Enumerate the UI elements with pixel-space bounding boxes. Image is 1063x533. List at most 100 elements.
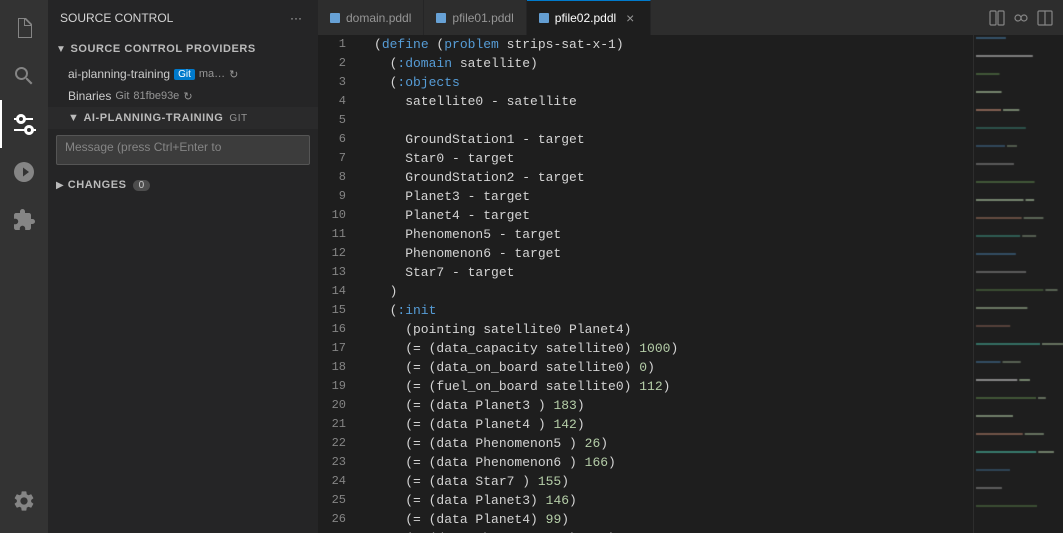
line-number: 17 [318,339,354,358]
extensions-icon[interactable] [0,196,48,244]
code-line: Phenomenon5 - target [374,225,973,244]
code-line: (= (data Planet4 ) 142) [374,415,973,434]
providers-chevron-icon: ▼ [56,44,66,55]
tab-label-pfile01: pfile01.pddl [452,11,513,25]
code-line: (define (problem strips-sat-x-1) [374,35,973,54]
providers-section-label: SOURCE CONTROL PROVIDERS [70,43,255,55]
layout-button[interactable] [1035,8,1055,28]
provider-binaries-git: Git [115,90,129,102]
code-line: (:init [374,301,973,320]
commit-message-input[interactable] [56,135,310,165]
minimap-canvas [974,35,1063,533]
code-line: (= (data Phenomenon6 ) 166) [374,453,973,472]
sidebar-header-actions: ··· [286,8,306,28]
line-number: 11 [318,225,354,244]
code-line [374,111,973,130]
code-editor[interactable]: 1234567891011121314151617181920212223242… [318,35,1063,533]
line-number: 20 [318,396,354,415]
code-line: (= (data Phenomenon5 ) 112) [374,529,973,533]
provider-binaries-sync-icon[interactable]: ↻ [183,90,192,103]
more-actions-button[interactable]: ··· [286,8,306,28]
line-number: 12 [318,244,354,263]
line-number: 4 [318,92,354,111]
code-line: GroundStation1 - target [374,130,973,149]
code-line: (= (data Phenomenon5 ) 26) [374,434,973,453]
repo-section[interactable]: ▼ AI-PLANNING-TRAINING GIT [48,107,318,129]
line-number: 23 [318,453,354,472]
repo-chevron-icon: ▼ [68,112,79,124]
line-number: 13 [318,263,354,282]
line-number: 15 [318,301,354,320]
line-number: 8 [318,168,354,187]
code-line: Planet4 - target [374,206,973,225]
provider-binaries[interactable]: Binaries Git 81fbe93e ↻ [48,85,318,107]
line-numbers: 1234567891011121314151617181920212223242… [318,35,366,533]
provider-extra-label: ma… [199,68,225,80]
line-number: 24 [318,472,354,491]
code-line: (:domain satellite) [374,54,973,73]
tab-file-icon-pfile01 [436,13,446,23]
code-line: (= (data_capacity satellite0) 1000) [374,339,973,358]
minimap[interactable] [973,35,1063,533]
open-changes-button[interactable] [1011,8,1031,28]
providers-section-header[interactable]: ▼ SOURCE CONTROL PROVIDERS [48,35,318,63]
settings-icon[interactable] [0,477,48,525]
code-content[interactable]: (define (problem strips-sat-x-1) (:domai… [366,35,973,533]
open-changes-icon [1013,10,1029,26]
tab-label-pfile02: pfile02.pddl [555,11,616,25]
tab-file-icon-domain [330,13,340,23]
search-icon[interactable] [0,52,48,100]
line-number: 19 [318,377,354,396]
code-line: (= (data Planet3 ) 183) [374,396,973,415]
tab-file-icon-pfile02 [539,13,549,23]
tab-label-domain: domain.pddl [346,11,411,25]
provider-sync-icon[interactable]: ↻ [229,68,238,81]
changes-count-badge: 0 [133,180,151,191]
line-number: 27 [318,529,354,533]
tab-pfile02[interactable]: pfile02.pddl × [527,0,651,35]
line-number: 5 [318,111,354,130]
sidebar: SOURCE CONTROL ··· ▼ SOURCE CONTROL PROV… [48,0,318,533]
code-line: Planet3 - target [374,187,973,206]
provider-ai-planning[interactable]: ai-planning-training Git ma… ↻ [48,63,318,85]
provider-binaries-hash: 81fbe93e [133,90,179,102]
changes-chevron-icon: ▶ [56,180,64,191]
layout-icon [1037,10,1053,26]
code-line: Star0 - target [374,149,973,168]
tab-close-button[interactable]: × [622,10,638,26]
line-number: 10 [318,206,354,225]
split-editor-icon [989,10,1005,26]
repo-git-label: GIT [229,113,247,124]
split-editor-button[interactable] [987,8,1007,28]
code-line: (= (data Planet4) 99) [374,510,973,529]
line-number: 14 [318,282,354,301]
sidebar-header: SOURCE CONTROL ··· [48,0,318,35]
run-debug-icon[interactable] [0,148,48,196]
line-number: 2 [318,54,354,73]
provider-name-binaries: Binaries [68,89,111,103]
source-control-icon[interactable] [0,100,48,148]
tab-bar: domain.pddl pfile01.pddl pfile02.pddl × [318,0,1063,35]
tab-pfile01[interactable]: pfile01.pddl [424,0,526,35]
explorer-icon[interactable] [0,4,48,52]
code-line: (= (data Planet3) 146) [374,491,973,510]
code-line: (pointing satellite0 Planet4) [374,320,973,339]
sidebar-title: SOURCE CONTROL [60,11,173,25]
changes-section-header[interactable]: ▶ CHANGES 0 [48,171,318,199]
line-number: 7 [318,149,354,168]
line-number: 9 [318,187,354,206]
repo-name: AI-PLANNING-TRAINING [83,112,223,124]
activity-bar [0,0,48,533]
editor-area: domain.pddl pfile01.pddl pfile02.pddl × … [318,0,1063,533]
code-line: ) [374,282,973,301]
code-line: (= (fuel_on_board satellite0) 112) [374,377,973,396]
line-number: 26 [318,510,354,529]
code-line: satellite0 - satellite [374,92,973,111]
line-number: 3 [318,73,354,92]
code-line: (:objects [374,73,973,92]
code-line: GroundStation2 - target [374,168,973,187]
changes-label: CHANGES [68,179,127,191]
line-number: 6 [318,130,354,149]
provider-name-ai: ai-planning-training [68,67,170,81]
tab-domain-pddl[interactable]: domain.pddl [318,0,424,35]
